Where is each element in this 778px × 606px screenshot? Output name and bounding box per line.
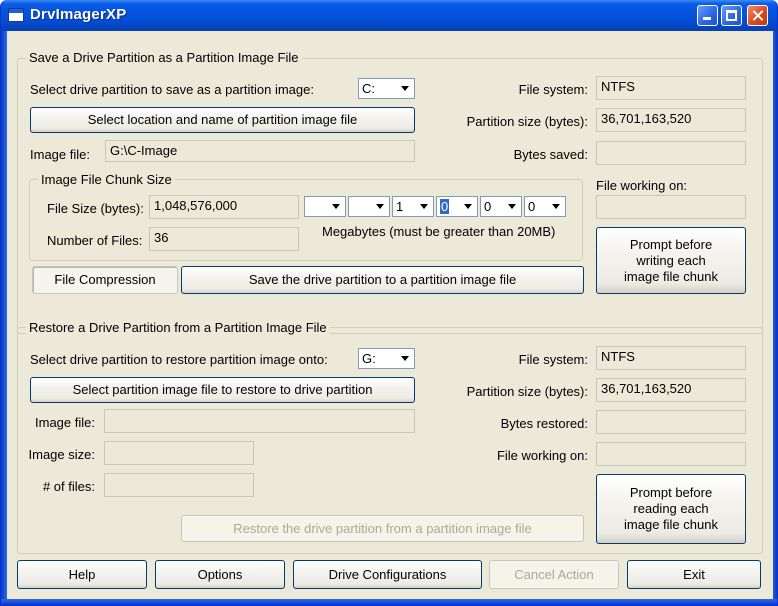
prompt-reading-line-1: Prompt before <box>629 485 713 500</box>
save-group-title: Save a Drive Partition as a Partition Im… <box>26 50 302 65</box>
chunk-digit-2-dropdown[interactable] <box>348 196 390 217</box>
chevron-down-icon[interactable] <box>505 198 520 215</box>
prompt-writing-line-2: writing each <box>636 252 706 268</box>
number-of-files-field: 36 <box>149 227 299 251</box>
save-partition-button[interactable]: Save the drive partition to a partition … <box>181 266 584 294</box>
chunk-digit-1-dropdown[interactable] <box>304 196 346 217</box>
restore-partition-size-field: 36,701,163,520 <box>596 378 746 402</box>
chevron-down-icon[interactable] <box>549 198 564 215</box>
chunk-digit-3-value: 1 <box>396 199 404 214</box>
chevron-down-icon[interactable] <box>417 198 432 215</box>
save-file-working-label: File working on: <box>596 178 688 193</box>
window-bottom-frame <box>1 599 777 605</box>
restore-select-drive-label: Select drive partition to restore partit… <box>30 352 328 367</box>
chunk-digit-3-dropdown[interactable]: 1 <box>392 196 434 217</box>
close-icon[interactable] <box>747 5 768 26</box>
restore-num-files-label: # of files: <box>42 479 95 494</box>
window-title: DrvImagerXP <box>30 6 127 23</box>
bytes-saved-field <box>596 141 746 165</box>
select-location-button[interactable]: Select location and name of partition im… <box>30 107 415 133</box>
chunk-size-group <box>29 179 583 261</box>
save-partition-size-field: 36,701,163,520 <box>596 108 746 132</box>
select-image-file-button[interactable]: Select partition image file to restore t… <box>30 377 415 403</box>
minimize-icon[interactable] <box>697 5 718 26</box>
restore-partition-size-label: Partition size (bytes): <box>466 384 588 399</box>
save-drive-dropdown[interactable]: C: <box>358 78 415 99</box>
client-area: Save a Drive Partition as a Partition Im… <box>7 31 773 600</box>
prompt-reading-button[interactable]: Prompt before reading each image file ch… <box>596 474 746 544</box>
chevron-down-icon[interactable] <box>398 350 413 367</box>
restore-fs-field: NTFS <box>596 346 746 370</box>
drive-configurations-button[interactable]: Drive Configurations <box>293 560 482 589</box>
save-select-drive-label: Select drive partition to save as a part… <box>30 82 314 97</box>
image-size-field <box>104 441 254 465</box>
app-window: DrvImagerXP Save a Drive Partition as a … <box>0 0 778 606</box>
bytes-saved-label: Bytes saved: <box>513 147 588 162</box>
chunk-digit-5-value: 0 <box>484 199 492 214</box>
bytes-restored-field <box>596 410 746 434</box>
image-size-label: Image size: <box>28 447 95 462</box>
exit-button[interactable]: Exit <box>627 560 761 589</box>
restore-fs-label: File system: <box>518 352 588 367</box>
restore-image-file-field <box>104 409 415 433</box>
restore-image-file-label: Image file: <box>35 415 95 430</box>
file-compression-toggle[interactable]: File Compression <box>32 266 178 294</box>
chevron-down-icon[interactable] <box>461 198 476 215</box>
restore-file-working-label: File working on: <box>496 448 588 463</box>
file-size-label: File Size (bytes): <box>47 201 144 216</box>
chunk-digit-4-dropdown[interactable]: 0 <box>436 196 478 217</box>
prompt-writing-line-3: image file chunk <box>624 268 718 284</box>
chunk-digit-5-dropdown[interactable]: 0 <box>480 196 522 217</box>
help-button[interactable]: Help <box>17 560 147 589</box>
save-file-working-field <box>596 195 746 219</box>
save-fs-field: NTFS <box>596 76 746 100</box>
restore-drive-value: G: <box>362 351 376 366</box>
save-drive-value: C: <box>362 81 375 96</box>
restore-num-files-field <box>104 473 254 497</box>
restore-drive-dropdown[interactable]: G: <box>358 348 415 369</box>
file-size-field: 1,048,576,000 <box>149 195 299 219</box>
maximize-icon[interactable] <box>721 5 742 26</box>
save-image-file-label: Image file: <box>30 147 90 162</box>
chevron-down-icon[interactable] <box>398 80 413 97</box>
chevron-down-icon[interactable] <box>373 198 388 215</box>
chunk-digit-6-value: 0 <box>528 199 536 214</box>
title-bar[interactable]: DrvImagerXP <box>1 0 777 31</box>
save-partition-size-label: Partition size (bytes): <box>466 114 588 129</box>
cancel-action-button[interactable]: Cancel Action <box>489 560 619 589</box>
options-button[interactable]: Options <box>155 560 285 589</box>
prompt-reading-line-2: reading each <box>633 501 709 516</box>
prompt-writing-button[interactable]: Prompt before writing each image file ch… <box>596 227 746 294</box>
bytes-restored-label: Bytes restored: <box>500 416 588 431</box>
megabytes-note: Megabytes (must be greater than 20MB) <box>322 224 556 239</box>
restore-file-working-field <box>596 442 746 466</box>
chevron-down-icon[interactable] <box>329 198 344 215</box>
restore-partition-button[interactable]: Restore the drive partition from a parti… <box>181 515 584 542</box>
save-image-file-field: G:\C-Image <box>105 140 415 162</box>
chunk-digit-6-dropdown[interactable]: 0 <box>524 196 566 217</box>
save-fs-label: File system: <box>518 82 588 97</box>
number-of-files-label: Number of Files: <box>47 233 143 248</box>
restore-group-title: Restore a Drive Partition from a Partiti… <box>26 320 330 335</box>
chunk-digit-4-value: 0 <box>440 199 450 214</box>
chunk-size-title: Image File Chunk Size <box>38 172 175 187</box>
prompt-writing-line-1: Prompt before <box>629 236 713 252</box>
prompt-reading-line-3: image file chunk <box>624 517 718 532</box>
app-window-icon[interactable] <box>8 8 24 22</box>
